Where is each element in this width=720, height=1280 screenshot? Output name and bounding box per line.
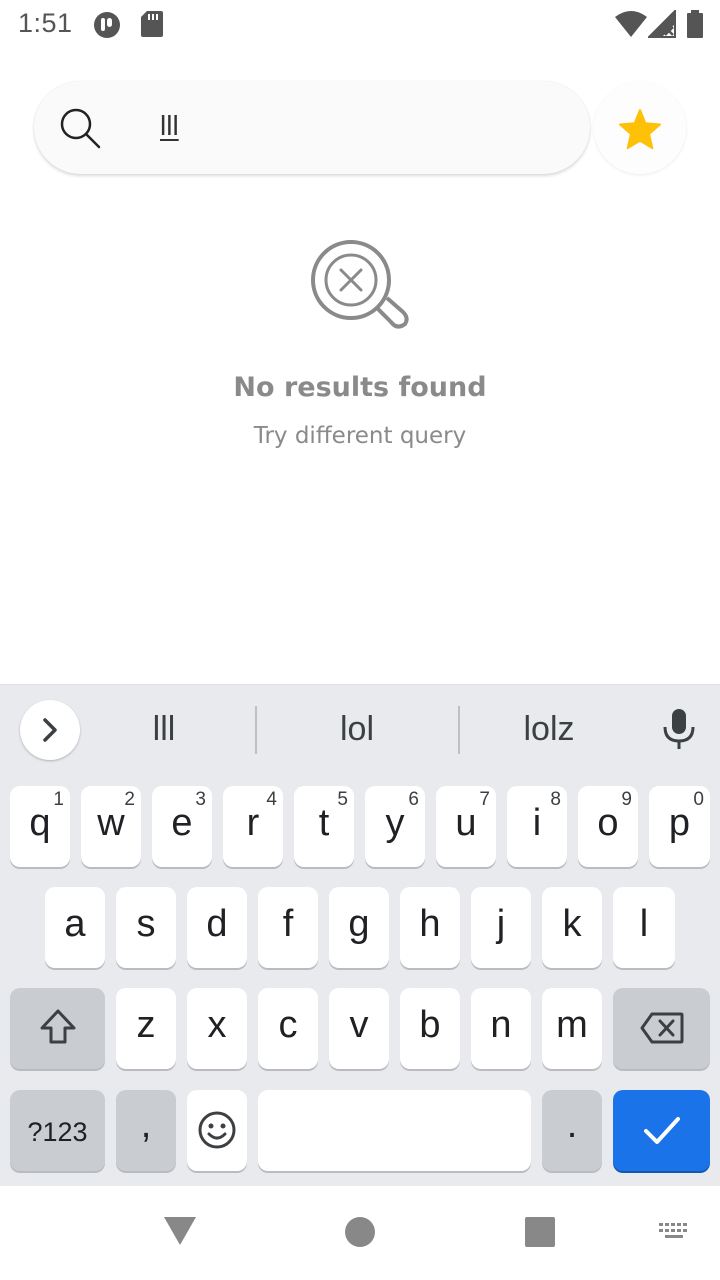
key-d[interactable]: d	[187, 887, 247, 968]
app-notification-icon	[94, 12, 120, 38]
key-e[interactable]: e3	[152, 786, 212, 867]
suggestion-3[interactable]: lolz	[469, 710, 629, 749]
chevron-right-icon	[43, 718, 57, 742]
key-u[interactable]: u7	[436, 786, 496, 867]
key-hint: 8	[550, 789, 561, 810]
key-label: m	[556, 1004, 588, 1046]
battery-icon	[687, 10, 703, 38]
key-label: ,	[140, 1104, 152, 1146]
key-label: l	[639, 903, 649, 945]
key-hint: 0	[693, 789, 704, 810]
key-j[interactable]: j	[471, 887, 531, 968]
key-label: n	[490, 1004, 512, 1046]
key-m[interactable]: m	[542, 988, 602, 1069]
key-label: d	[206, 903, 228, 945]
emoji-key[interactable]	[187, 1090, 247, 1171]
key-l[interactable]: l	[613, 887, 675, 968]
symbols-key[interactable]: ?123	[10, 1090, 105, 1171]
key-f[interactable]: f	[258, 887, 318, 968]
key-p[interactable]: p0	[649, 786, 710, 867]
comma-key[interactable]: ,	[116, 1090, 176, 1171]
key-t[interactable]: t5	[294, 786, 354, 867]
key-label: f	[282, 903, 294, 945]
key-label: b	[419, 1004, 441, 1046]
key-label: ?123	[27, 1117, 88, 1147]
key-hint: 3	[195, 789, 206, 810]
signal-icon	[648, 10, 676, 38]
empty-state-title: No results found	[233, 372, 487, 403]
key-i[interactable]: i8	[507, 786, 567, 867]
key-label: .	[566, 1104, 578, 1146]
key-h[interactable]: h	[400, 887, 460, 968]
key-b[interactable]: b	[400, 988, 460, 1069]
checkmark-icon	[644, 1117, 680, 1144]
microphone-icon[interactable]	[662, 708, 696, 750]
key-label: g	[348, 903, 370, 945]
key-hint: 7	[479, 789, 490, 810]
key-r[interactable]: r4	[223, 786, 283, 867]
suggestion-1[interactable]: lll	[84, 710, 244, 749]
shift-icon	[40, 1009, 76, 1044]
search-input[interactable]: lll	[160, 110, 179, 142]
key-x[interactable]: x	[187, 988, 247, 1069]
key-hint: 9	[621, 789, 632, 810]
key-y[interactable]: y6	[365, 786, 425, 867]
backspace-icon	[640, 1012, 684, 1044]
key-hint: 6	[408, 789, 419, 810]
backspace-key[interactable]	[613, 988, 710, 1069]
status-bar: 1:51	[0, 0, 720, 50]
keyboard-switch-icon[interactable]	[658, 1222, 692, 1242]
key-c[interactable]: c	[258, 988, 318, 1069]
key-label: x	[207, 1004, 227, 1046]
key-n[interactable]: n	[471, 988, 531, 1069]
enter-key[interactable]	[613, 1090, 710, 1171]
back-icon[interactable]	[162, 1215, 198, 1247]
suggestion-divider	[458, 706, 460, 754]
search-icon[interactable]	[58, 106, 102, 150]
key-v[interactable]: v	[329, 988, 389, 1069]
suggestion-2[interactable]: lol	[277, 710, 437, 749]
key-label: h	[419, 903, 441, 945]
key-hint: 5	[337, 789, 348, 810]
wifi-icon	[615, 11, 647, 37]
key-label: v	[349, 1004, 369, 1046]
no-results-magnifier-icon	[311, 240, 409, 329]
key-o[interactable]: o9	[578, 786, 638, 867]
recents-icon[interactable]	[524, 1216, 556, 1248]
key-a[interactable]: a	[45, 887, 105, 968]
key-hint: 1	[53, 789, 64, 810]
suggestion-divider	[255, 706, 257, 754]
suggestion-expand-button[interactable]	[20, 700, 80, 760]
key-hint: 2	[124, 789, 135, 810]
key-q[interactable]: q1	[10, 786, 70, 867]
empty-state-subtitle: Try different query	[253, 423, 467, 449]
favorites-button[interactable]	[594, 82, 686, 174]
key-s[interactable]: s	[116, 887, 176, 968]
period-key[interactable]: .	[542, 1090, 602, 1171]
key-label: c	[278, 1004, 298, 1046]
key-label: z	[136, 1004, 156, 1046]
home-icon[interactable]	[344, 1216, 376, 1248]
key-label: a	[64, 903, 86, 945]
key-w[interactable]: w2	[81, 786, 141, 867]
emoji-icon	[198, 1111, 236, 1149]
sd-card-icon	[141, 11, 163, 37]
key-label: j	[496, 903, 506, 945]
star-icon	[619, 108, 661, 150]
key-z[interactable]: z	[116, 988, 176, 1069]
key-hint: 4	[266, 789, 277, 810]
key-label: s	[136, 903, 156, 945]
search-bar[interactable]	[34, 81, 590, 174]
key-label: k	[562, 903, 582, 945]
status-time: 1:51	[18, 8, 73, 38]
shift-key[interactable]	[10, 988, 105, 1069]
key-k[interactable]: k	[542, 887, 602, 968]
navigation-bar	[0, 1186, 720, 1280]
space-key[interactable]	[258, 1090, 531, 1171]
key-g[interactable]: g	[329, 887, 389, 968]
